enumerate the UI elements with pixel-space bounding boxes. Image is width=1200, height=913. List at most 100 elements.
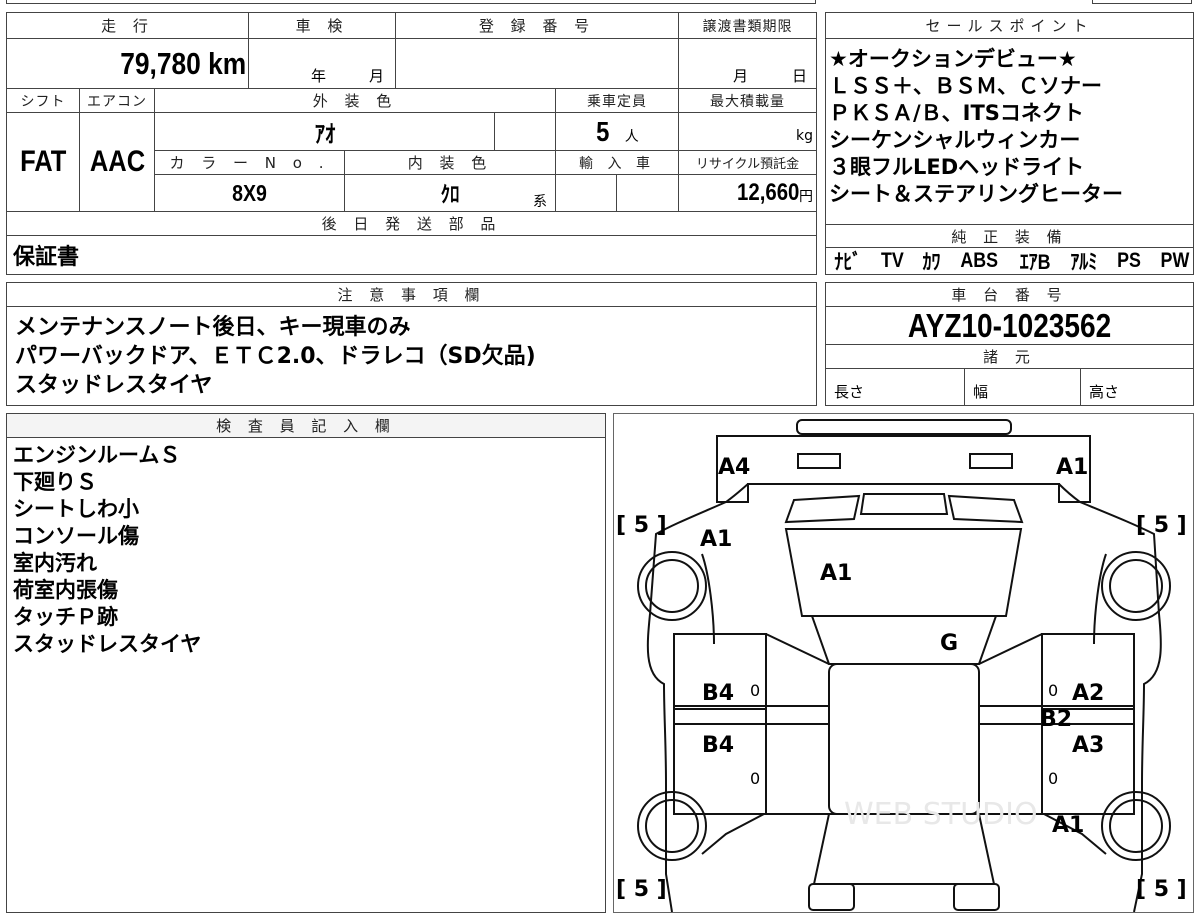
import-cell-a xyxy=(556,175,617,212)
inspector-line: シートしわ小 xyxy=(13,497,139,521)
inspector-header: 検 査 員 記 入 欄 xyxy=(7,414,605,438)
aircon-header: エアコン xyxy=(80,89,155,113)
mileage-value-cell: 79,780 km xyxy=(7,39,249,89)
rear-panel xyxy=(716,435,1091,503)
capacity-value: 5 xyxy=(596,115,610,147)
transfer-deadline-header: 譲渡書類期限 xyxy=(679,13,816,39)
front-bumper-piece xyxy=(953,883,1000,911)
color-no-value-cell: 8X9 xyxy=(155,175,345,212)
rear-lamp-left xyxy=(797,453,841,469)
mark-rear-right: A1 xyxy=(1056,455,1088,480)
later-parts-value-cell: 保証書 xyxy=(7,236,816,274)
mark-rear-left: A4 xyxy=(718,455,750,480)
transfer-month-unit: 月 xyxy=(733,67,749,85)
exterior-color-header: 外 装 色 xyxy=(155,89,556,113)
equipment-item: ｴｱB xyxy=(1019,251,1051,274)
equipment-item: PW xyxy=(1160,249,1190,272)
import-cell-b xyxy=(617,175,679,212)
sales-points-list: ★オークションデビュー★ ＬＳＳ＋、ＢＳＭ、Ｃソナー ＰＫＳＡ/Ｂ、ITSコネク… xyxy=(829,46,1123,208)
top-cut-strip xyxy=(6,0,816,4)
interior-color-header: 内 装 色 xyxy=(345,151,556,175)
inspector-line: タッチＰ跡 xyxy=(13,605,118,629)
wheel-rear-left-inner xyxy=(645,559,699,613)
sales-point-line: シーケンシャルウィンカー xyxy=(829,128,1081,152)
capacity-unit: 人 xyxy=(624,128,639,145)
interior-color-value: ｸﾛ xyxy=(440,182,460,207)
interior-color-value-cell: ｸﾛ xyxy=(345,175,556,212)
exterior-color-value: ｱｵ xyxy=(314,121,335,148)
tire-tread-front-right: [ 5 ] xyxy=(1136,877,1187,902)
max-load-value-cell: kg xyxy=(679,113,816,151)
car-diagram-box: WEB STUDIO A4 A1 A1 A1 G B4 B4 A2 B2 A3 … xyxy=(613,413,1194,913)
mileage-value: 79,780 km xyxy=(120,45,246,81)
later-parts-header: 後 日 発 送 部 品 xyxy=(7,212,816,236)
inspector-line: コンソール傷 xyxy=(13,524,139,548)
genuine-equipment-list: ﾅﾋﾞ TV ｶﾜ ABS ｴｱB ｱﾙﾐ PS PW xyxy=(832,249,1192,274)
chassis-value-cell: AYZ10-1023562 xyxy=(826,307,1193,345)
interior-color-suffix: 系 xyxy=(533,194,547,210)
wheel-rear-right-inner xyxy=(1109,559,1163,613)
equipment-item: TV xyxy=(880,249,904,272)
tire-tread-rear-left: [ 5 ] xyxy=(616,513,667,538)
equipment-item: ｶﾜ xyxy=(922,251,941,274)
shift-value: FAT xyxy=(19,145,67,178)
door-zero-left-rear: 0 xyxy=(750,681,760,700)
chassis-header: 車 台 番 号 xyxy=(826,283,1193,307)
sales-point-line: ＰＫＳＡ/Ｂ、ITSコネクト xyxy=(829,101,1084,125)
shift-value-cell: FAT xyxy=(7,113,80,212)
notes-list: メンテナンスノート後日、キー現車のみ パワーバックドア、ＥＴＣ2.0、ドラレコ（… xyxy=(15,313,536,400)
sales-point-line: ３眼フルLEDヘッドライト xyxy=(829,155,1085,179)
tire-tread-rear-right: [ 5 ] xyxy=(1136,513,1187,538)
inspector-line: 下廻りＳ xyxy=(13,470,97,494)
car-diagram: WEB STUDIO A4 A1 A1 A1 G B4 B4 A2 B2 A3 … xyxy=(616,419,1187,912)
sales-point-line: シート＆ステアリングヒーター xyxy=(829,182,1123,206)
wheel-rear-left xyxy=(637,551,707,621)
mark-back-glass: A1 xyxy=(820,561,852,586)
notes-header: 注 意 事 項 欄 xyxy=(7,283,816,307)
spec-height-cell: 高さ xyxy=(1081,369,1193,405)
front-bumper-piece xyxy=(808,883,855,911)
shift-header: シフト xyxy=(7,89,80,113)
inspector-line: 荷室内張傷 xyxy=(13,578,118,602)
chassis-box: 車 台 番 号 AYZ10-1023562 諸 元 長さ 幅 高さ xyxy=(825,282,1194,406)
recycle-unit: 円 xyxy=(799,189,813,205)
note-line: パワーバックドア、ＥＴＣ2.0、ドラレコ（SD欠品) xyxy=(15,344,536,369)
mark-right-front-fender: A1 xyxy=(1052,813,1084,838)
aircon-value-cell: AAC xyxy=(80,113,155,212)
rear-hatch-top xyxy=(859,493,949,515)
door-zero-right-rear: 0 xyxy=(1048,681,1058,700)
equipment-item: PS xyxy=(1116,249,1141,272)
note-line: スタッドレスタイヤ xyxy=(15,373,213,398)
import-header: 輸 入 車 xyxy=(556,151,679,175)
inspector-line: 室内汚れ xyxy=(13,551,97,575)
mark-roof: G xyxy=(940,631,958,656)
mark-left-rear-door: B4 xyxy=(702,681,734,706)
inspection-header: 車 検 xyxy=(249,13,396,39)
color-no-value: 8X9 xyxy=(232,179,267,206)
inspector-line: スタッドレスタイヤ xyxy=(13,632,202,656)
recycle-value: 12,660 xyxy=(736,179,799,206)
wheel-front-left xyxy=(637,791,707,861)
specs-header: 諸 元 xyxy=(826,345,1193,369)
spec-height-label: 高さ xyxy=(1089,382,1120,401)
recycle-value-cell: 12,660 円 xyxy=(679,175,816,212)
inspector-line: エンジンルームＳ xyxy=(13,443,181,467)
capacity-value-cell: 5 人 xyxy=(556,113,679,151)
sales-points-header: セールスポイント xyxy=(826,13,1193,39)
rear-spoiler xyxy=(784,494,1024,524)
top-cut-strip-right xyxy=(1092,0,1192,4)
spec-width-cell: 幅 xyxy=(965,369,1081,405)
max-load-unit: kg xyxy=(796,127,813,144)
notes-box: 注 意 事 項 欄 メンテナンスノート後日、キー現車のみ パワーバックドア、ＥＴ… xyxy=(6,282,817,406)
registration-value xyxy=(396,39,679,89)
sales-points-box: セールスポイント ★オークションデビュー★ ＬＳＳ＋、ＢＳＭ、Ｃソナー ＰＫＳＡ… xyxy=(825,12,1194,275)
equipment-item: ｱﾙﾐ xyxy=(1070,251,1098,274)
rear-lamp-right xyxy=(969,453,1013,469)
spec-length-cell: 長さ xyxy=(826,369,965,405)
wheel-front-left-inner xyxy=(645,799,699,853)
door-zero-left-front: 0 xyxy=(750,769,760,788)
mark-right-rear-door: A2 xyxy=(1072,681,1104,706)
mark-rear-left-quarter: A1 xyxy=(700,527,732,552)
aircon-value: AAC xyxy=(89,145,145,178)
sales-point-line: ＬＳＳ＋、ＢＳＭ、Ｃソナー xyxy=(829,74,1102,98)
